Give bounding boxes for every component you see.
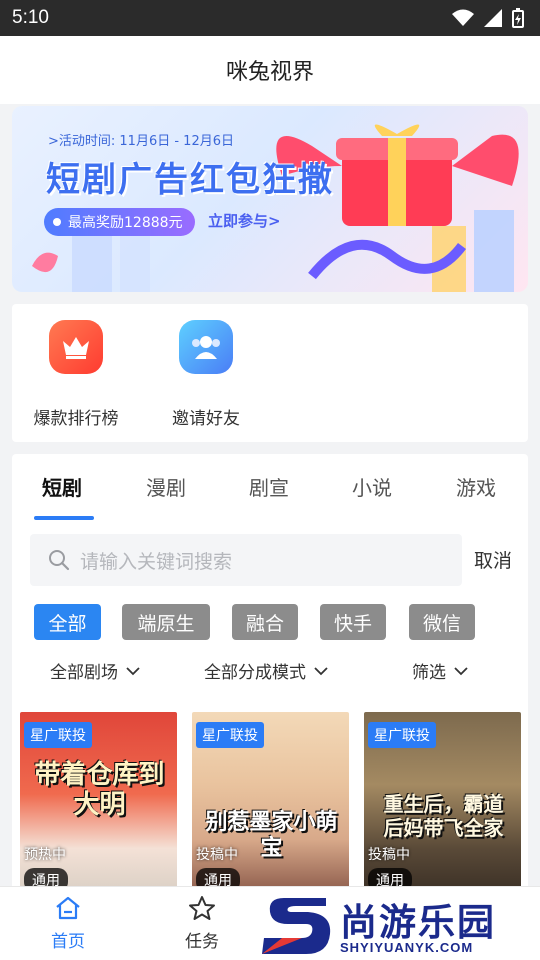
chip-all[interactable]: 全部: [34, 604, 101, 640]
filter-more[interactable]: 筛选: [412, 658, 468, 683]
nav-label: 首页: [51, 932, 85, 952]
cancel-button[interactable]: 取消: [474, 546, 512, 573]
filter-row: 全部剧场 全部分成模式 筛选: [12, 654, 528, 688]
signal-icon: [484, 9, 502, 27]
chevron-down-icon: [454, 666, 468, 675]
tab-active-indicator: [34, 516, 94, 520]
page-title: 咪兔视界: [225, 60, 314, 85]
star-icon: [189, 896, 215, 920]
drama-card[interactable]: 别惹墨家小萌宝 星广联投 投稿中 通用: [192, 712, 349, 894]
dot-icon: [53, 218, 61, 226]
quick-action-invite[interactable]: 邀请好友: [146, 320, 266, 429]
poster-title: 重生后，霸道后妈带飞全家: [383, 792, 504, 840]
chip-kuaishou[interactable]: 快手: [320, 604, 386, 640]
tab-comic-drama[interactable]: 漫剧: [146, 472, 186, 501]
card-status: 投稿中: [196, 847, 238, 863]
site-watermark: 尚游乐园 SHYIYUANYK.COM: [262, 892, 540, 960]
users-icon: [179, 320, 233, 374]
banner-reward-text: 最高奖励12888元: [68, 215, 183, 231]
poster-title: 带着仓库到大明: [34, 760, 165, 820]
banner-reward-pill: 最高奖励12888元: [44, 208, 195, 236]
card-tag: 星广联投: [196, 722, 264, 748]
quick-action-ranking[interactable]: 爆款排行榜: [16, 320, 136, 429]
filter-label: 全部剧场: [50, 663, 118, 683]
chip-hybrid[interactable]: 融合: [232, 604, 298, 640]
chevron-down-icon: [126, 666, 140, 675]
search-input[interactable]: 请输入关键词搜索: [30, 534, 462, 586]
drama-card[interactable]: 重生后，霸道后妈带飞全家 星广联投 投稿中 通用: [364, 712, 521, 894]
quick-action-label: 邀请好友: [172, 409, 240, 429]
crown-icon: [49, 320, 103, 374]
tab-novel[interactable]: 小说: [352, 472, 392, 501]
promo-banner[interactable]: >活动时间: 11月6日 - 12月6日 短剧广告红包狂撒 最高奖励12888元…: [12, 106, 528, 292]
card-status: 预热中: [24, 847, 66, 863]
tab-promo[interactable]: 剧宣: [249, 472, 289, 501]
filter-theater[interactable]: 全部剧场: [50, 658, 140, 683]
content-panel: 短剧 漫剧 剧宣 小说 游戏 请输入关键词搜索 取消 全部 端原生 融合 快手 …: [12, 454, 528, 894]
nav-home[interactable]: 首页: [28, 895, 108, 952]
status-bar: 5:10: [0, 0, 540, 36]
chevron-down-icon: [314, 666, 328, 675]
category-tabs: 短剧 漫剧 剧宣 小说 游戏: [12, 454, 528, 520]
watermark-url: SHYIYUANYK.COM: [340, 940, 474, 955]
search-placeholder: 请输入关键词搜索: [80, 550, 233, 573]
app-header: 咪兔视界: [0, 36, 540, 104]
search-icon: [49, 550, 70, 571]
card-tag: 星广联投: [24, 722, 92, 748]
watermark-logo-icon: [262, 898, 331, 954]
filter-share-mode[interactable]: 全部分成模式: [204, 658, 328, 683]
quick-actions: 爆款排行榜 邀请好友: [12, 304, 528, 442]
nav-label: 任务: [185, 932, 219, 952]
banner-headline: 短剧广告红包狂撒: [46, 160, 334, 200]
status-icons: [452, 8, 524, 28]
nav-tasks[interactable]: 任务: [162, 895, 242, 952]
banner-period: >活动时间: 11月6日 - 12月6日: [48, 134, 234, 149]
chip-native[interactable]: 端原生: [122, 604, 210, 640]
card-tag: 星广联投: [368, 722, 436, 748]
tab-game[interactable]: 游戏: [456, 472, 496, 501]
wifi-icon: [452, 9, 474, 26]
quick-action-label: 爆款排行榜: [33, 409, 119, 429]
filter-label: 筛选: [412, 663, 446, 683]
battery-icon: [512, 8, 524, 28]
status-time: 5:10: [12, 7, 49, 28]
card-status: 投稿中: [368, 847, 410, 863]
watermark-text: 尚游乐园: [340, 901, 496, 944]
drama-card[interactable]: 带着仓库到大明 星广联投 预热中 通用: [20, 712, 177, 894]
tab-short-drama[interactable]: 短剧: [42, 472, 82, 501]
chip-wechat[interactable]: 微信: [409, 604, 475, 640]
home-icon: [56, 896, 80, 920]
filter-label: 全部分成模式: [204, 663, 306, 683]
drama-card-list: 带着仓库到大明 星广联投 预热中 通用 别惹墨家小萌宝 星广联投 投稿中 通用 …: [20, 712, 528, 894]
banner-join-link[interactable]: 立即参与>: [208, 210, 281, 231]
